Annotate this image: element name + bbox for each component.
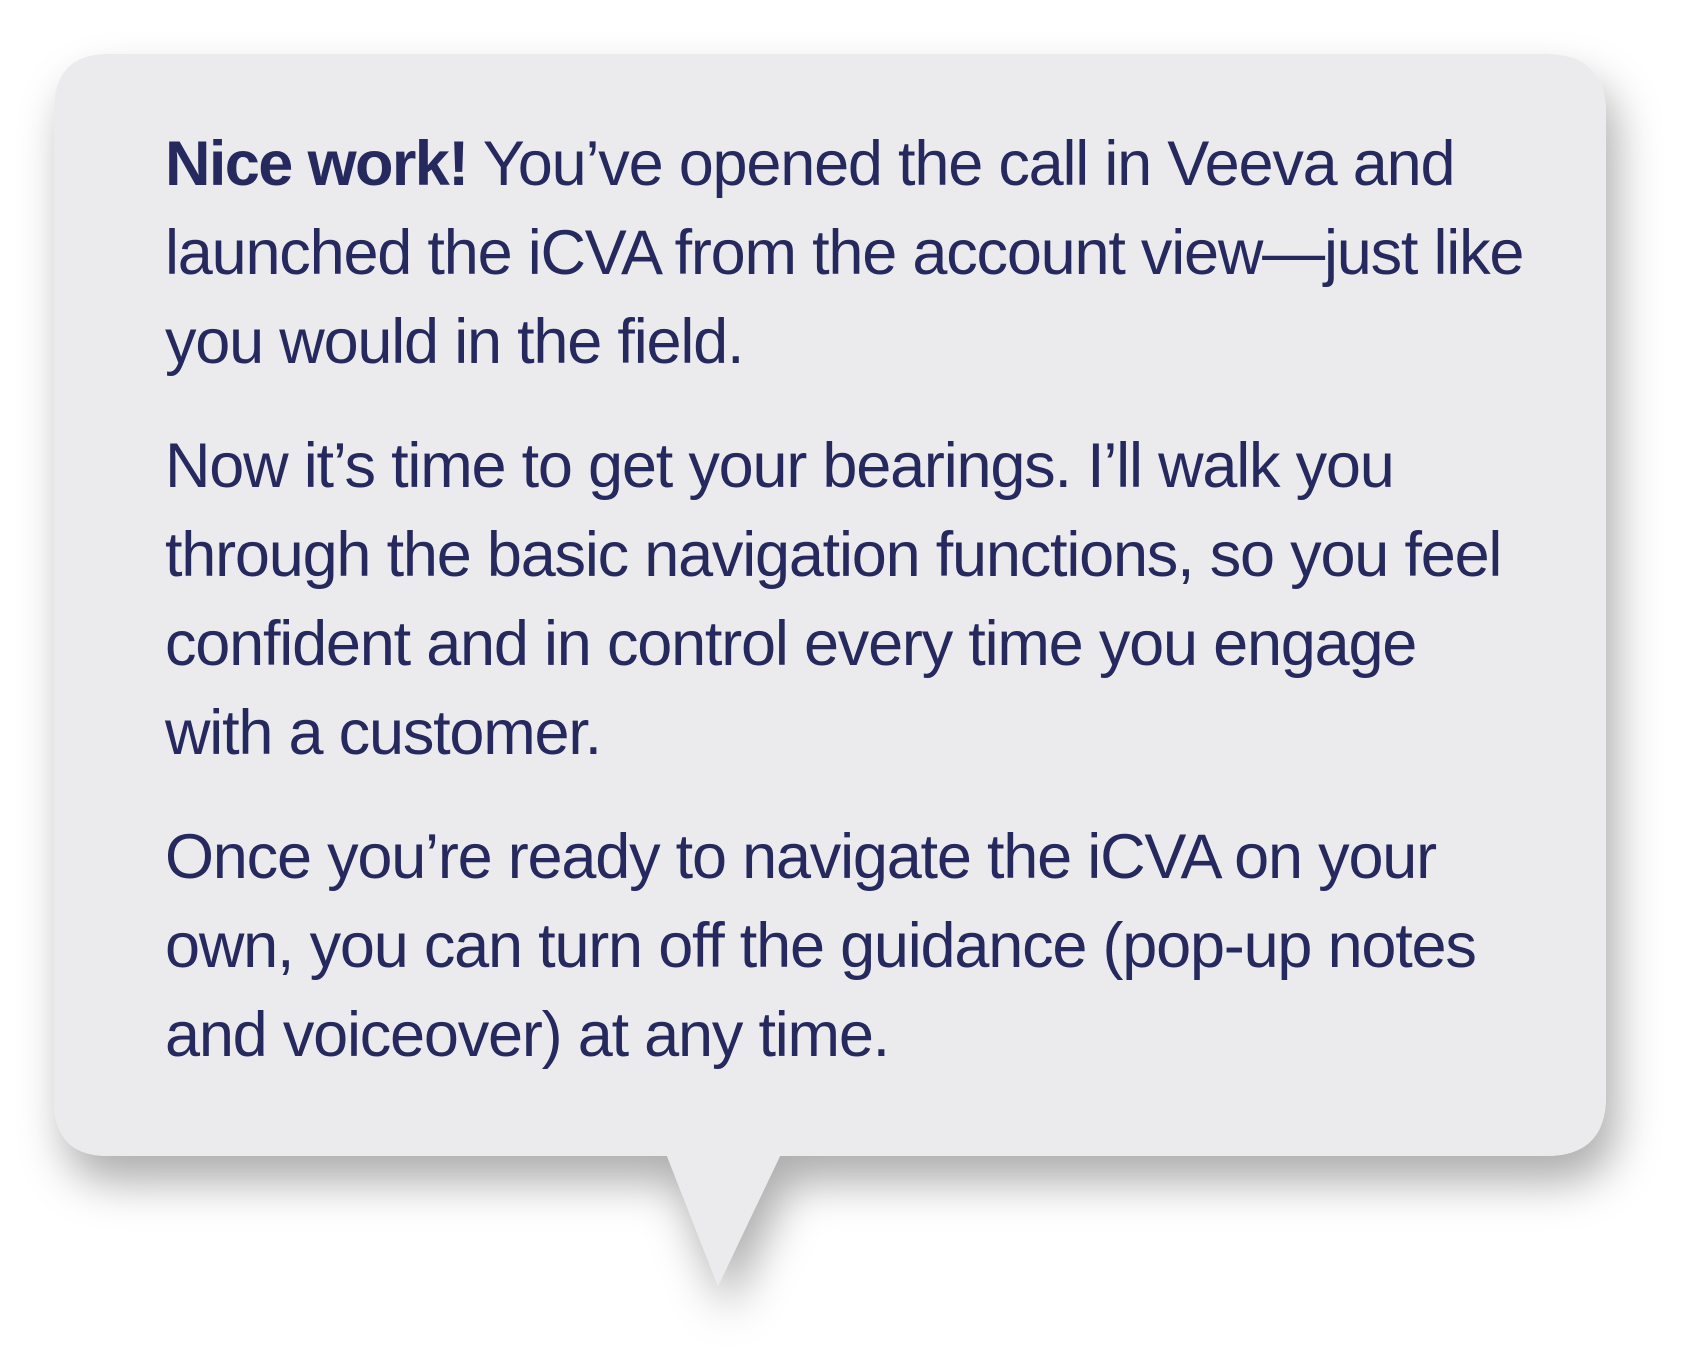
- paragraph-1: Nice work! You’ve opened the call in Vee…: [165, 120, 1525, 387]
- paragraph-3: Once you’re ready to navigate the iCVA o…: [165, 822, 1477, 1070]
- callout-text: Nice work! You’ve opened the call in Vee…: [165, 120, 1525, 1115]
- speech-bubble-callout: Nice work! You’ve opened the call in Vee…: [0, 0, 1686, 1372]
- paragraph-2: Now it’s time to get your bearings. I’ll…: [165, 431, 1502, 768]
- lead-text: Nice work!: [165, 129, 469, 199]
